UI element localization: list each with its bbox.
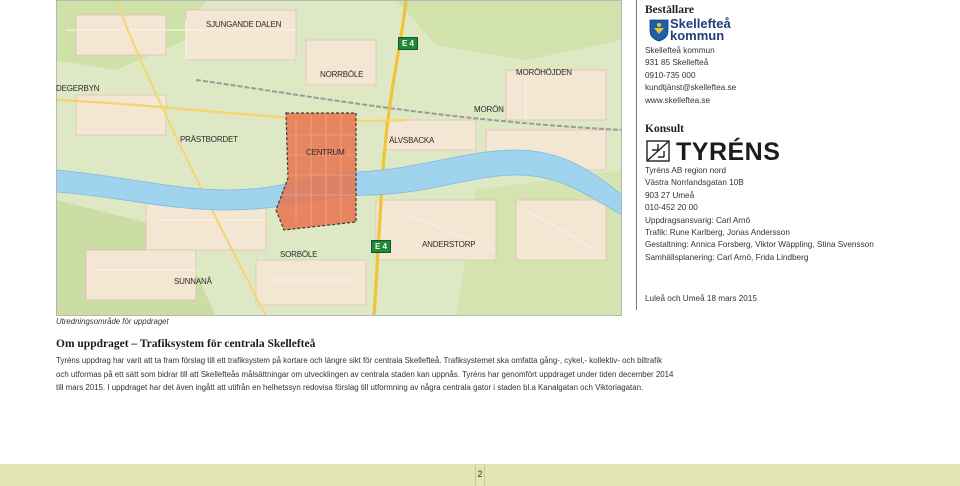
konsult-line: Samhällsplanering: Carl Arnö, Frida Lind… (645, 252, 809, 262)
about-line: Tyréns uppdrag har varit att ta fram för… (56, 356, 663, 365)
e4-road-shield: E 4 (398, 37, 419, 50)
vertical-divider (636, 0, 637, 310)
about-line: till mars 2015. I uppdraget har det även… (56, 383, 644, 393)
tyrens-mark-icon (646, 140, 670, 162)
konsult-line: 010-452 20 00 (645, 203, 698, 213)
konsult-section: Konsult (645, 123, 684, 135)
konsult-heading: Konsult (645, 123, 684, 135)
map-label-centrum: CENTRUM (306, 148, 345, 157)
map-caption: Utredningsområde för uppdraget (56, 317, 169, 326)
bestallare-website[interactable]: www.skelleftea.se (645, 95, 736, 107)
map-label-norrbole: NORRBÖLE (320, 70, 364, 79)
map-label-moron: MORÖN (474, 105, 504, 114)
tyrens-wordmark: TYRÉNS (676, 138, 781, 166)
map-graphic (56, 0, 622, 316)
konsult-line: Västra Norrlandsgatan 10B (645, 178, 744, 188)
page-number-rule (484, 464, 485, 486)
map-label-prastbordet: PRÄSTBORDET (180, 135, 238, 144)
konsult-line: Uppdragsansvarig: Carl Arnö (645, 215, 751, 225)
about-line: och utformas på ett sätt som bidrar till… (56, 369, 674, 379)
date-line: Luleå och Umeå 18 mars 2015 (645, 294, 757, 303)
bestallare-address: Skellefteå kommun 931 85 Skellefteå 0910… (645, 45, 736, 107)
about-section: Om uppdraget – Trafiksystem för centrala… (56, 338, 674, 395)
about-heading: Om uppdraget – Trafiksystem för centrala… (56, 338, 316, 350)
page-number: 2 (477, 469, 483, 479)
konsult-details: Tyréns AB region nord Västra Norrlandsga… (645, 165, 874, 264)
logo-line2: kommun (670, 28, 725, 43)
konsult-line: Tyréns AB region nord (645, 166, 727, 175)
bestallare-line: 931 85 Skellefteå (645, 58, 709, 68)
coat-of-arms-icon (649, 19, 669, 42)
map-label-sunnana: SUNNANÅ (174, 277, 212, 286)
footer-band: 2 (0, 464, 960, 486)
konsult-line: Gestaltning: Annica Forsberg, Viktor Wäp… (645, 240, 874, 250)
e4-road-shield: E 4 (371, 240, 392, 253)
map-label-morohojden: MORÖHÖJDEN (516, 68, 572, 77)
bestallare-section: Beställare (645, 4, 694, 16)
konsult-line: Trafik: Rune Karlberg, Jonas Andersson (645, 228, 790, 238)
map-label-anderstorp: ANDERSTORP (422, 240, 476, 249)
study-area-map: SJUNGANDE DALEN DEGERBYN NORRBÖLE MORÖHÖ… (56, 0, 622, 316)
map-label-degerbyn: DEGERBYN (56, 84, 100, 93)
map-label-sjungande-dalen: SJUNGANDE DALEN (206, 20, 282, 29)
bestallare-line: Skellefteå kommun (645, 46, 715, 55)
bestallare-email[interactable]: kundtjänst@skelleftea.se (645, 82, 736, 94)
konsult-line: 903 27 Umeå (645, 190, 695, 200)
map-label-alvsbacka: ÄLVSBACKA (389, 136, 435, 145)
map-label-sorbole: SORBÖLE (280, 250, 318, 259)
bestallare-line: 0910-735 000 (645, 70, 696, 80)
skelleftea-kommun-logo: Skellefteå kommun (649, 17, 731, 43)
bestallare-heading: Beställare (645, 4, 694, 16)
